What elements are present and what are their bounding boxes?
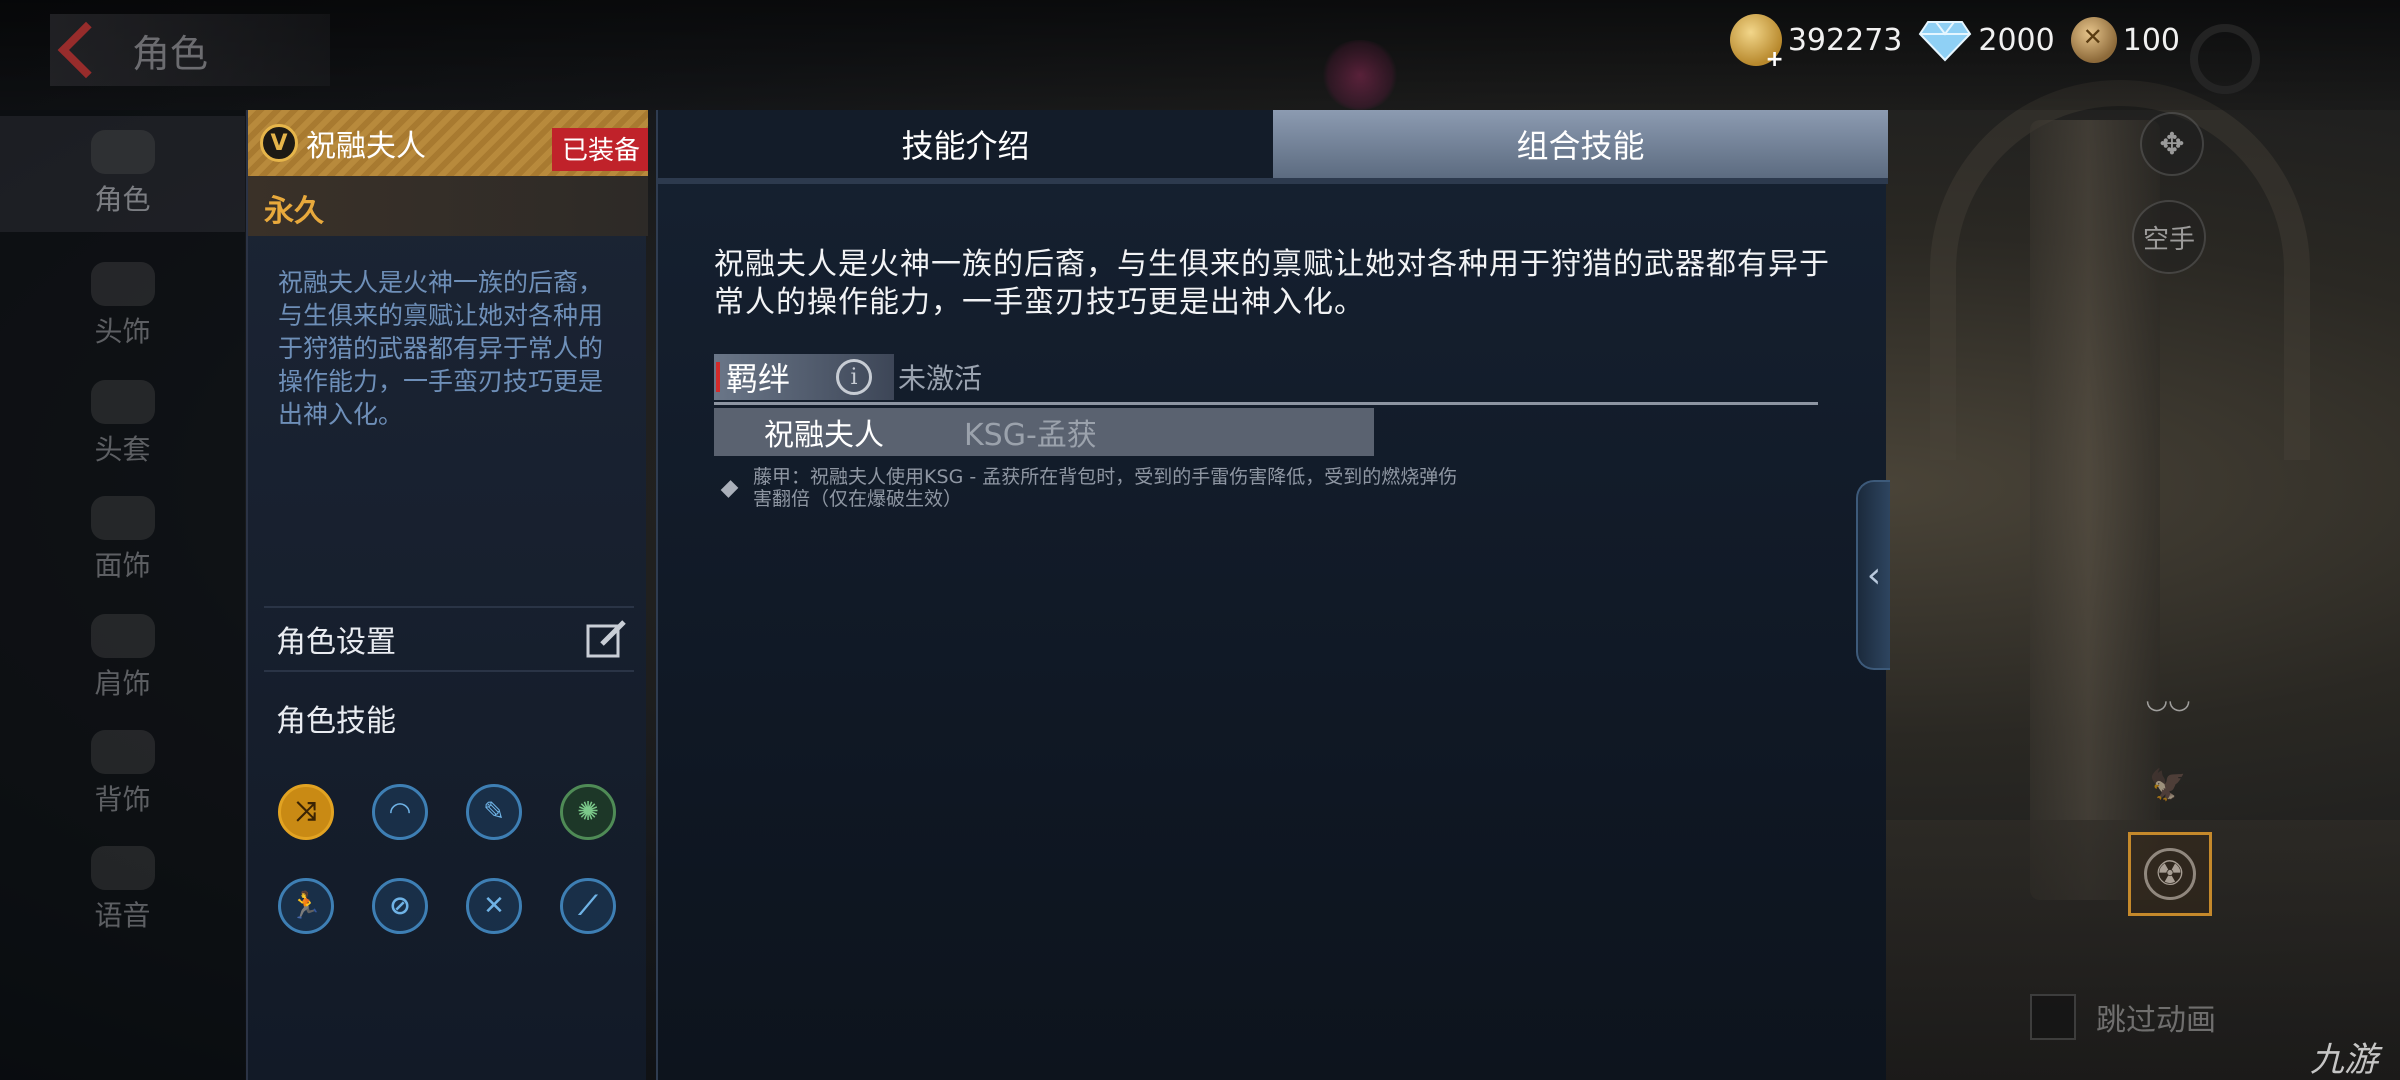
nav-item-voice[interactable]: 语音 [0,832,245,948]
skill-tabs: 技能介绍 组合技能 [658,110,1888,178]
diamond-amount: 2000 [1978,22,2055,58]
combo-effect: 藤甲：祝融夫人使用KSG - 孟获所在背包时，受到的手雷伤害降低，受到的燃烧弹伤… [714,466,1474,510]
nav-item-hood[interactable]: 头套 [0,366,245,482]
gold-amount: 392273 [1787,22,1903,58]
back-arrow-icon [57,21,115,79]
skill-blade-icon[interactable]: ⟋ [560,878,616,934]
v-rank-icon: V [260,124,298,162]
bond-label-box: 羁绊 i [714,354,894,400]
nav-item-headwear[interactable]: 头饰 [0,248,245,364]
nav-label: 背饰 [94,783,151,816]
character-header: V 祝融夫人 已装备 [248,110,648,176]
bond-row: 羁绊 i 未激活 [714,354,982,400]
duration-bar: 永久 [248,176,648,236]
skill-sprint-icon[interactable]: 🏃 [278,878,334,934]
bond-marker [716,362,720,392]
nav-item-back[interactable]: 背饰 [0,716,245,832]
character-settings-row[interactable]: 角色设置 [264,606,634,672]
nav-item-shoulder[interactable]: 肩饰 [0,600,245,716]
medal-currency[interactable]: 100 [2070,17,2180,63]
bond-label: 羁绊 [726,360,791,398]
skills-title: 角色技能 [276,704,396,739]
back-icon [90,730,155,774]
nav-label: 头套 [94,433,151,466]
tab-combo-skill[interactable]: 组合技能 [1273,110,1888,178]
character-description: 祝融夫人是火神一族的后裔，与生俱来的禀赋让她对各种用于狩猎的武器都有异于常人的操… [278,268,604,429]
nav-item-character[interactable]: 角色 [0,116,245,232]
nav-label: 角色 [94,183,151,216]
radiation-icon: ☢ [2144,848,2196,900]
skill-boomerang-icon[interactable]: ⤨ [278,784,334,840]
character-icon [90,130,155,174]
hood-icon [90,380,155,424]
voice-icon [90,846,155,890]
category-nav: 角色 头饰 头套 面饰 肩饰 背饰 语音 [0,110,245,1080]
radiation-button[interactable]: ☢ [2128,832,2212,916]
nav-label: 头饰 [94,315,151,348]
skip-animation-toggle[interactable]: 跳过动画 [2030,994,2216,1040]
tab-divider [658,178,1888,184]
diamond-icon [1918,18,1972,62]
combo-character: 祝融夫人 [764,418,884,453]
skip-animation-label: 跳过动画 [2096,1003,2216,1038]
diamond-currency[interactable]: 2000 [1918,18,2055,62]
bullet-diamond-icon [720,480,739,498]
dpad-icon[interactable]: ✥ [2140,112,2204,176]
gold-coin-icon [1729,14,1784,72]
skill-syringe-icon[interactable]: ✎ [466,784,522,840]
empty-hand-button[interactable]: 空手 [2132,200,2206,274]
medal-icon [2070,17,2117,63]
combo-row: 祝融夫人 KSG-孟获 [714,408,1374,456]
bond-status: 未激活 [898,362,983,395]
headwear-icon [90,262,155,306]
medal-amount: 100 [2122,22,2180,58]
skill-radiation-icon[interactable]: ✺ [560,784,616,840]
duration-label: 永久 [264,194,324,229]
skill-goggles-icon[interactable]: ◠ [372,784,428,840]
equipped-badge: 已装备 [551,128,648,171]
info-icon[interactable]: i [836,359,872,395]
skill-no-fall-icon[interactable]: ⊘ [372,878,428,934]
watermark-logo: 九游 [2310,1040,2378,1080]
currency-bar: 392273 2000 100 [1729,14,2180,72]
skill-no-weapon-icon[interactable]: ✕ [466,878,522,934]
goggles-icon[interactable]: ◡◡ [2138,680,2198,720]
game-screen: 角色 392273 2000 100 ✥ 空手 ◡◡ 🦅 ☢ 跳过动画 九游 [0,0,2400,1080]
fire-button-ring-icon[interactable] [2190,24,2260,94]
gold-currency[interactable]: 392273 [1729,14,1903,72]
combo-weapon: KSG-孟获 [964,418,1097,453]
face-icon [90,496,155,540]
character-name: 祝融夫人 [306,129,426,164]
skip-animation-checkbox[interactable] [2030,994,2076,1040]
nav-item-face[interactable]: 面饰 [0,482,245,598]
nav-label: 面饰 [94,549,151,582]
back-button[interactable]: 角色 [50,14,330,86]
nav-label: 语音 [94,899,151,932]
skill-description: 祝融夫人是火神一族的后裔，与生俱来的禀赋让她对各种用于狩猎的武器都有异于常人的操… [714,247,1830,320]
edit-icon[interactable] [584,618,628,662]
character-detail-panel: V 祝融夫人 已装备 永久 祝融夫人是火神一族的后裔，与生俱来的禀赋让她对各种用… [246,110,648,1080]
skill-main-panel: 技能介绍 组合技能 祝融夫人是火神一族的后裔，与生俱来的禀赋让她对各种用于狩猎的… [656,110,1888,1080]
page-title: 角色 [132,31,209,76]
bond-divider [714,402,1818,405]
nav-label: 肩饰 [94,667,151,700]
tab-skill-intro[interactable]: 技能介绍 [658,110,1273,178]
eagle-icon[interactable]: 🦅 [2138,760,2198,810]
combo-effect-text: 藤甲：祝融夫人使用KSG - 孟获所在背包时，受到的手雷伤害降低，受到的燃烧弹伤… [753,466,1458,510]
settings-label: 角色设置 [276,625,396,660]
collapse-panel-button[interactable]: ‹ [1856,480,1890,670]
chevron-left-icon: ‹ [1866,554,1882,596]
shoulder-icon [90,614,155,658]
